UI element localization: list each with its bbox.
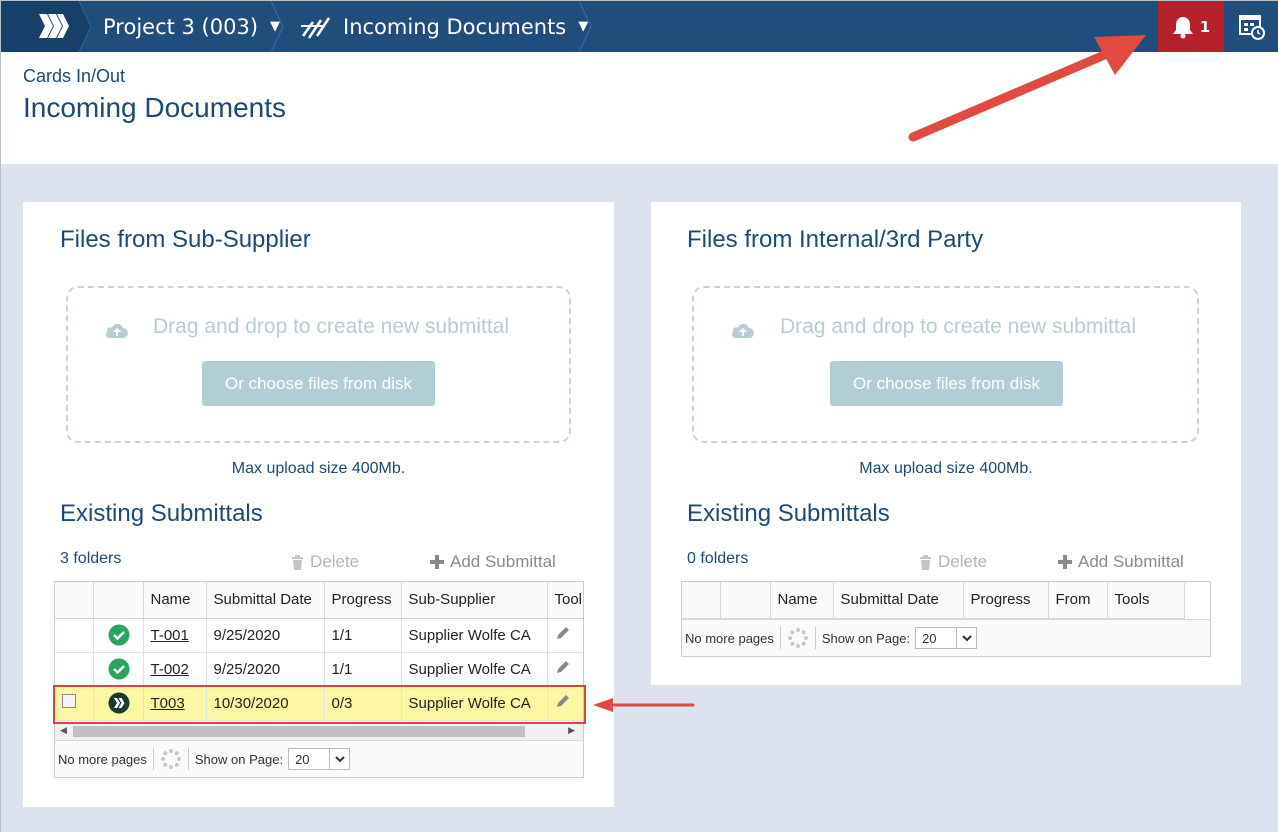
arrow-to-notifications [908, 35, 1146, 142]
arrow-to-highlighted-row [593, 698, 695, 712]
annotation-arrows [593, 35, 1146, 712]
